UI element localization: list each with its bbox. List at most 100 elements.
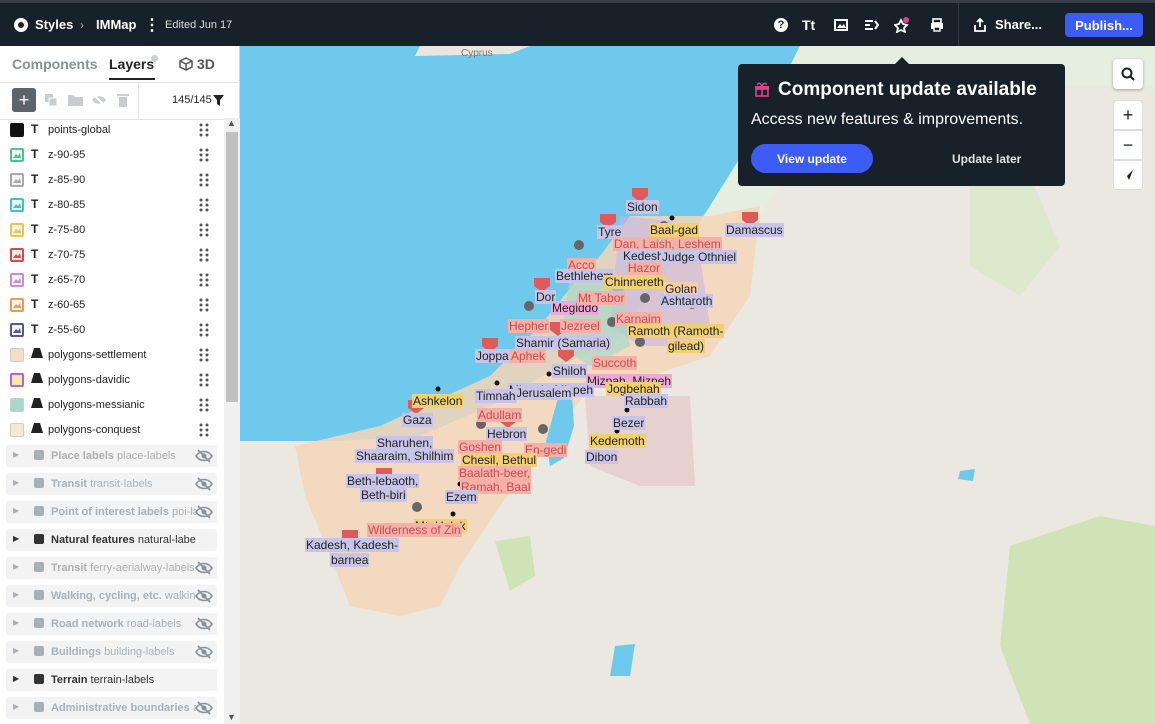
map-place-label[interactable]: Dibon (585, 450, 619, 464)
more-options-icon[interactable]: ⋮ (144, 3, 160, 46)
layer-color-swatch[interactable] (10, 323, 24, 337)
drag-handle-icon[interactable] (199, 422, 209, 438)
drag-handle-icon[interactable] (199, 122, 209, 138)
layer-row[interactable]: Tz-60-65 (0, 293, 224, 318)
map-place-label[interactable]: Ramoth (Ramoth- (627, 324, 725, 338)
map-place-label[interactable]: Judge Othniel (661, 250, 738, 264)
map-place-label[interactable]: Rabbah (624, 394, 669, 408)
layer-group-walking-cycling-labels[interactable]: ▶ Walking, cycling, etc. walking-cycling-… (6, 585, 217, 607)
layer-group-admin-labels[interactable]: ▶ Administrative boundaries admin-labels (6, 697, 217, 719)
map-place-label[interactable]: Sharuhen, (376, 436, 434, 450)
layer-color-swatch[interactable] (10, 198, 24, 212)
layer-list-scrollbar[interactable]: ▲ ▼ (224, 118, 240, 724)
map-place-label[interactable]: Wilderness of Zin (367, 523, 462, 537)
map-place-label[interactable]: Ezem (445, 490, 478, 504)
expand-caret-icon[interactable]: ▶ (13, 478, 19, 487)
duplicate-icon[interactable] (44, 93, 58, 107)
layer-group-ferry-aerialway-labels[interactable]: ▶ Transit ferry-aerialway-labels (6, 557, 217, 579)
layer-row[interactable]: Tpoints-global (0, 118, 224, 143)
compass-button[interactable] (1113, 160, 1143, 190)
map-place-label[interactable]: Chinnereth (604, 275, 665, 289)
map-place-label[interactable]: Joppa (475, 349, 510, 363)
expand-caret-icon[interactable]: ▶ (13, 674, 19, 683)
map-place-label[interactable]: Kedemoth (589, 434, 646, 448)
map-place-label[interactable]: Gaza (402, 413, 433, 427)
scroll-down-icon[interactable]: ▼ (227, 712, 236, 722)
hidden-eye-icon[interactable] (195, 701, 213, 715)
expand-caret-icon[interactable]: ▶ (13, 702, 19, 711)
share-button[interactable]: Share... (973, 3, 1042, 46)
drag-handle-icon[interactable] (199, 322, 209, 338)
zoom-in-button[interactable]: + (1113, 100, 1143, 130)
layer-color-swatch[interactable] (10, 273, 24, 287)
drag-handle-icon[interactable] (199, 272, 209, 288)
map-place-label[interactable]: Hebron (486, 427, 528, 441)
map-place-label[interactable]: Goshen (458, 440, 503, 454)
map-name[interactable]: IMMap (96, 3, 136, 46)
map-place-label[interactable]: Bezer (612, 416, 646, 430)
hidden-eye-icon[interactable] (195, 589, 213, 603)
drag-handle-icon[interactable] (199, 372, 209, 388)
map-place-label[interactable]: Ashtaroth (660, 294, 714, 308)
tab-components[interactable]: Components (12, 56, 98, 72)
map-place-label[interactable]: Beth-lebaoth, (346, 474, 420, 488)
filter-icon[interactable] (213, 95, 224, 106)
layer-row[interactable]: Tz-75-80 (0, 218, 224, 243)
hidden-eye-icon[interactable] (195, 505, 213, 519)
layer-row[interactable]: polygons-settlement (0, 343, 224, 368)
layer-group-poi-labels[interactable]: ▶ Point of interest labels poi-labels (6, 501, 217, 523)
map-place-label[interactable]: Cyprus (460, 48, 494, 59)
layer-color-swatch[interactable] (10, 373, 24, 387)
hidden-eye-icon[interactable] (195, 561, 213, 575)
folder-icon[interactable] (68, 94, 83, 106)
map-place-label[interactable]: Beth-biri (360, 488, 407, 502)
map-place-label[interactable]: Kadesh, Kadesh- (305, 538, 400, 552)
expand-caret-icon[interactable]: ▶ (13, 562, 19, 571)
fonts-icon[interactable]: Tt (802, 3, 815, 46)
map-place-label[interactable]: Jerusalem (515, 386, 573, 400)
drag-handle-icon[interactable] (199, 347, 209, 363)
tab-layers[interactable]: Layers (109, 56, 154, 72)
map-place-label[interactable]: gilead) (667, 339, 706, 353)
hidden-eye-icon[interactable] (195, 617, 213, 631)
tab-3d[interactable]: 3D (179, 56, 215, 72)
map-place-label[interactable]: Succoth (592, 356, 638, 370)
layer-group-place-labels[interactable]: ▶ Place labels place-labels (6, 445, 217, 467)
map-place-label[interactable]: Hepher (508, 319, 550, 333)
expand-caret-icon[interactable]: ▶ (13, 590, 19, 599)
map-place-label[interactable]: Aphek (510, 349, 547, 363)
images-icon[interactable] (834, 3, 848, 46)
layer-group-transit-labels[interactable]: ▶ Transit transit-labels (6, 473, 217, 495)
hidden-eye-icon[interactable] (195, 449, 213, 463)
layer-row[interactable]: Tz-90-95 (0, 143, 224, 168)
layer-color-swatch[interactable] (10, 123, 24, 137)
layer-row[interactable]: Tz-80-85 (0, 193, 224, 218)
update-later-button[interactable]: Update later (952, 152, 1021, 166)
hidden-eye-icon[interactable] (195, 645, 213, 659)
map-place-label[interactable]: Baal-gad (649, 223, 700, 237)
publish-button[interactable]: Publish... (1065, 13, 1143, 37)
layer-group-building-labels[interactable]: ▶ Buildings building-labels (6, 641, 217, 663)
styles-link[interactable]: Styles (14, 3, 73, 46)
map-place-label[interactable]: Adullam (477, 408, 523, 422)
map-place-label[interactable]: Baalath-beer, (458, 466, 532, 480)
layer-row[interactable]: Tz-55-60 (0, 318, 224, 343)
map-place-label[interactable]: Hazor (627, 261, 662, 275)
legend-icon[interactable] (864, 3, 879, 46)
layer-row[interactable]: Tz-70-75 (0, 243, 224, 268)
whats-new-icon[interactable] (894, 3, 910, 46)
drag-handle-icon[interactable] (199, 197, 209, 213)
hidden-eye-icon[interactable] (195, 477, 213, 491)
zoom-out-button[interactable]: − (1113, 130, 1143, 160)
layer-group-terrain-labels[interactable]: ▶ Terrain terrain-labels (6, 669, 217, 691)
map-place-label[interactable]: Ashkelon (412, 394, 464, 408)
drag-handle-icon[interactable] (199, 397, 209, 413)
drag-handle-icon[interactable] (199, 147, 209, 163)
help-icon[interactable]: ? (774, 3, 788, 46)
layer-color-swatch[interactable] (10, 223, 24, 237)
drag-handle-icon[interactable] (199, 297, 209, 313)
map-place-label[interactable]: Jezreel (560, 319, 601, 333)
layer-row[interactable]: polygons-davidic (0, 368, 224, 393)
delete-icon[interactable] (117, 93, 129, 107)
search-button[interactable] (1113, 59, 1143, 89)
